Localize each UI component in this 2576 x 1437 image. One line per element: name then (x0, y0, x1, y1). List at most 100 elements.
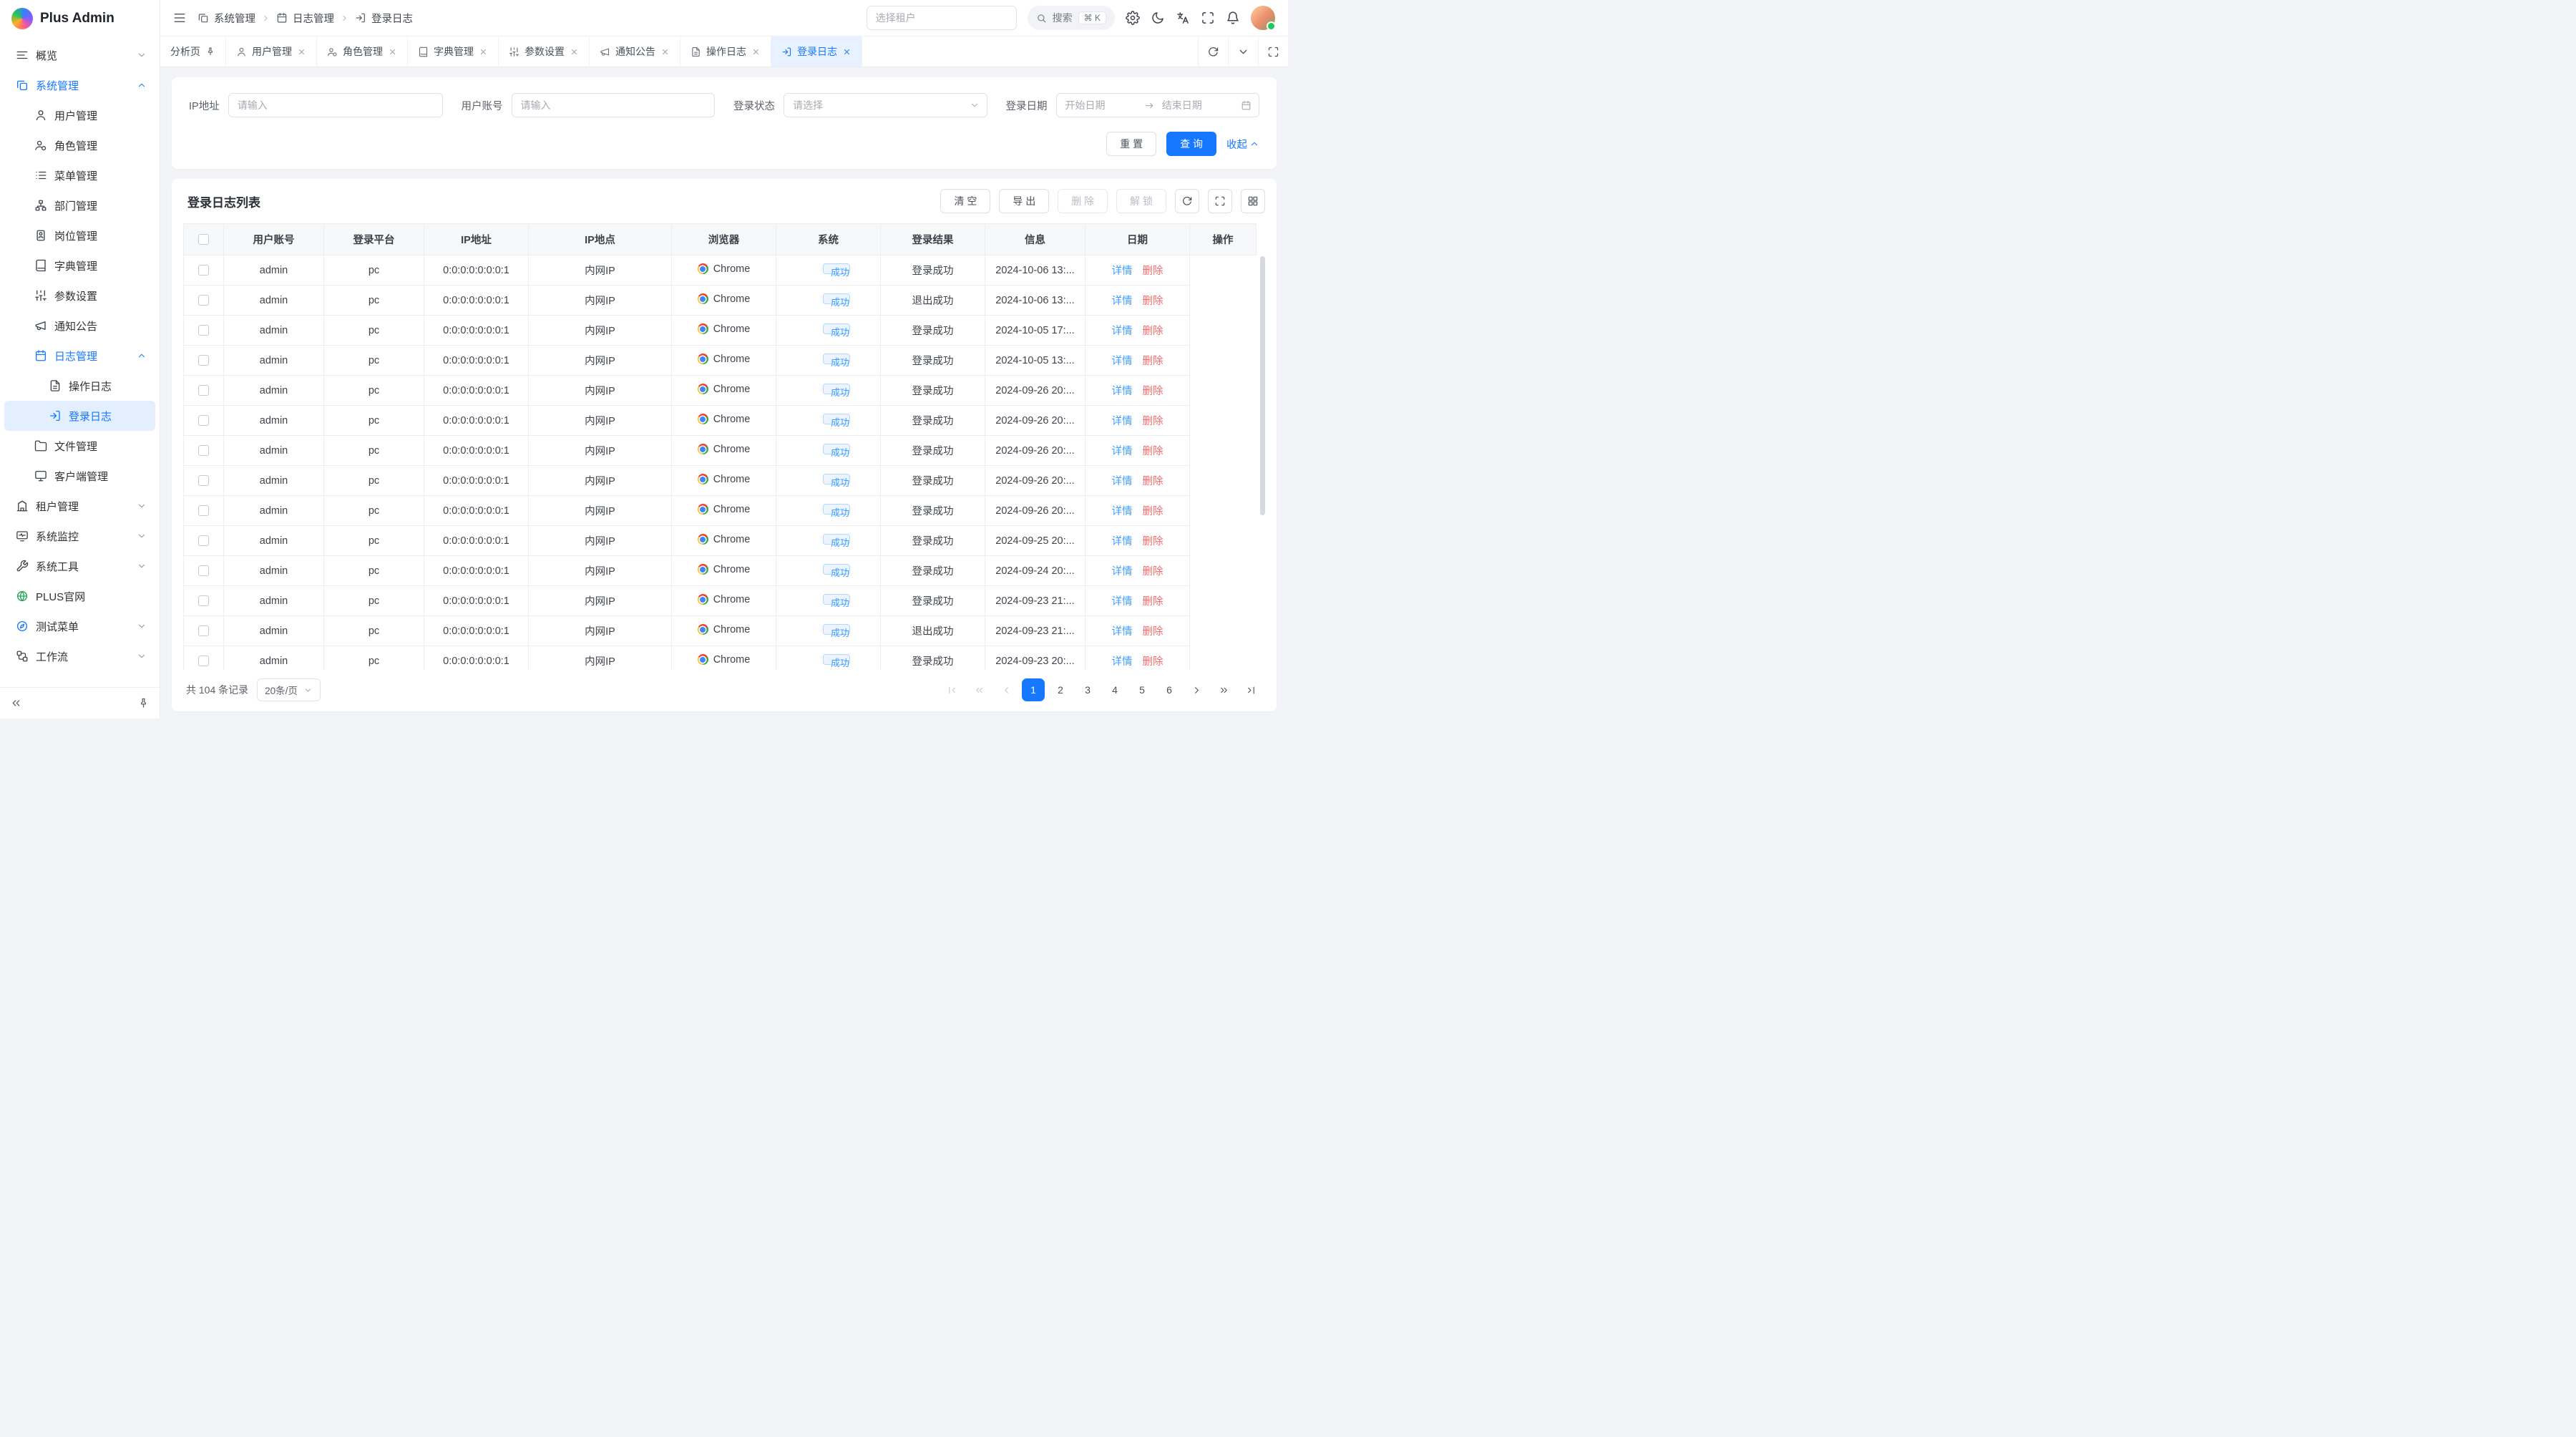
bell-icon[interactable] (1226, 11, 1240, 25)
pin-sidebar-icon[interactable] (137, 697, 150, 709)
sidebar-item-test-menu[interactable]: 测试菜单 (4, 611, 155, 641)
scrollbar-thumb[interactable] (1260, 256, 1265, 515)
column-settings-button[interactable] (1241, 189, 1265, 213)
close-icon[interactable] (479, 47, 488, 57)
collapse-filter-link[interactable]: 收起 (1226, 137, 1259, 152)
prev-page-button[interactable] (995, 678, 1018, 701)
collapse-sidebar-icon[interactable] (10, 697, 22, 709)
detail-link[interactable]: 详情 (1112, 416, 1133, 427)
page-4-button[interactable]: 4 (1103, 678, 1126, 701)
delete-link[interactable]: 删除 (1143, 626, 1163, 638)
delete-link[interactable]: 删除 (1143, 446, 1163, 457)
next-ten-pages-button[interactable] (1212, 678, 1235, 701)
refresh-table-button[interactable] (1175, 189, 1199, 213)
prev-ten-pages-button[interactable] (967, 678, 990, 701)
row-checkbox[interactable] (198, 565, 209, 576)
detail-link[interactable]: 详情 (1112, 596, 1133, 608)
delete-link[interactable]: 删除 (1143, 536, 1163, 547)
sidebar-item-post-mgmt[interactable]: 岗位管理 (4, 220, 155, 250)
sidebar-item-workflow[interactable]: 工作流 (4, 641, 155, 671)
row-checkbox[interactable] (198, 505, 209, 516)
date-range-picker[interactable]: 开始日期 结束日期 (1056, 93, 1260, 117)
tab-notice[interactable]: 通知公告 (590, 36, 680, 67)
sidebar-item-menu-mgmt[interactable]: 菜单管理 (4, 160, 155, 190)
sidebar-item-param-settings[interactable]: 参数设置 (4, 281, 155, 311)
delete-button[interactable]: 删 除 (1058, 189, 1108, 213)
row-checkbox[interactable] (198, 415, 209, 426)
next-page-button[interactable] (1185, 678, 1208, 701)
ip-input[interactable] (228, 93, 443, 117)
sidebar-item-login-log[interactable]: 登录日志 (4, 401, 155, 431)
tab-menu-button[interactable] (1228, 36, 1258, 67)
export-button[interactable]: 导 出 (999, 189, 1049, 213)
hamburger-menu-icon[interactable] (173, 11, 186, 24)
delete-link[interactable]: 删除 (1143, 656, 1163, 668)
detail-link[interactable]: 详情 (1112, 326, 1133, 337)
page-2-button[interactable]: 2 (1049, 678, 1072, 701)
detail-link[interactable]: 详情 (1112, 446, 1133, 457)
tab-login-log[interactable]: 登录日志 (771, 36, 862, 67)
logo[interactable]: Plus Admin (0, 0, 160, 37)
detail-link[interactable]: 详情 (1112, 386, 1133, 397)
tab-op-log[interactable]: 操作日志 (680, 36, 771, 67)
delete-link[interactable]: 删除 (1143, 356, 1163, 367)
row-checkbox[interactable] (198, 656, 209, 666)
breadcrumb-log-mgmt[interactable]: 日志管理 (276, 11, 334, 26)
sidebar-item-system-mgmt[interactable]: 系统管理 (4, 70, 155, 100)
row-checkbox[interactable] (198, 325, 209, 336)
row-checkbox[interactable] (198, 625, 209, 636)
delete-link[interactable]: 删除 (1143, 296, 1163, 307)
account-input[interactable] (512, 93, 716, 117)
close-icon[interactable] (660, 47, 670, 57)
delete-link[interactable]: 删除 (1143, 266, 1163, 277)
fullscreen-icon[interactable] (1201, 11, 1215, 25)
sidebar-item-notice[interactable]: 通知公告 (4, 311, 155, 341)
close-icon[interactable] (297, 47, 306, 57)
sidebar-item-file-mgmt[interactable]: 文件管理 (4, 431, 155, 461)
sidebar-item-user-mgmt[interactable]: 用户管理 (4, 100, 155, 130)
detail-link[interactable]: 详情 (1112, 536, 1133, 547)
sidebar-item-plus-site[interactable]: PLUS官网 (4, 581, 155, 611)
close-icon[interactable] (842, 47, 852, 57)
page-size-select[interactable]: 20条/页 (257, 678, 321, 701)
refresh-tab-button[interactable] (1198, 36, 1228, 67)
detail-link[interactable]: 详情 (1112, 626, 1133, 638)
last-page-button[interactable] (1239, 678, 1262, 701)
status-select[interactable]: 请选择 (784, 93, 987, 117)
sidebar-item-overview[interactable]: 概览 (4, 40, 155, 70)
sidebar-item-sys-monitor[interactable]: 系统监控 (4, 521, 155, 551)
close-icon[interactable] (388, 47, 397, 57)
row-checkbox[interactable] (198, 295, 209, 306)
detail-link[interactable]: 详情 (1112, 476, 1133, 487)
delete-link[interactable]: 删除 (1143, 326, 1163, 337)
detail-link[interactable]: 详情 (1112, 266, 1133, 277)
row-checkbox[interactable] (198, 385, 209, 396)
clear-button[interactable]: 清 空 (940, 189, 990, 213)
gear-icon[interactable] (1126, 11, 1140, 25)
table-scrollbar[interactable] (1259, 223, 1265, 670)
detail-link[interactable]: 详情 (1112, 656, 1133, 668)
tab-dict-mgmt[interactable]: 字典管理 (408, 36, 499, 67)
tab-analysis[interactable]: 分析页 (160, 36, 226, 67)
breadcrumb-login-log[interactable]: 登录日志 (355, 11, 413, 26)
sidebar-item-tenant-mgmt[interactable]: 租户管理 (4, 491, 155, 521)
avatar[interactable] (1251, 6, 1275, 30)
sidebar-item-client-mgmt[interactable]: 客户端管理 (4, 461, 155, 491)
sidebar-item-sys-tools[interactable]: 系统工具 (4, 551, 155, 581)
select-all-checkbox[interactable] (198, 234, 209, 245)
tab-user-mgmt[interactable]: 用户管理 (226, 36, 317, 67)
delete-link[interactable]: 删除 (1143, 566, 1163, 578)
detail-link[interactable]: 详情 (1112, 566, 1133, 578)
page-1-button[interactable]: 1 (1022, 678, 1045, 701)
detail-link[interactable]: 详情 (1112, 356, 1133, 367)
row-checkbox[interactable] (198, 475, 209, 486)
close-icon[interactable] (751, 47, 761, 57)
query-button[interactable]: 查 询 (1166, 132, 1216, 156)
content-fullscreen-button[interactable] (1258, 36, 1288, 67)
sidebar-item-dept-mgmt[interactable]: 部门管理 (4, 190, 155, 220)
detail-link[interactable]: 详情 (1112, 296, 1133, 307)
row-checkbox[interactable] (198, 595, 209, 606)
row-checkbox[interactable] (198, 265, 209, 276)
sidebar-item-op-log[interactable]: 操作日志 (4, 371, 155, 401)
row-checkbox[interactable] (198, 535, 209, 546)
